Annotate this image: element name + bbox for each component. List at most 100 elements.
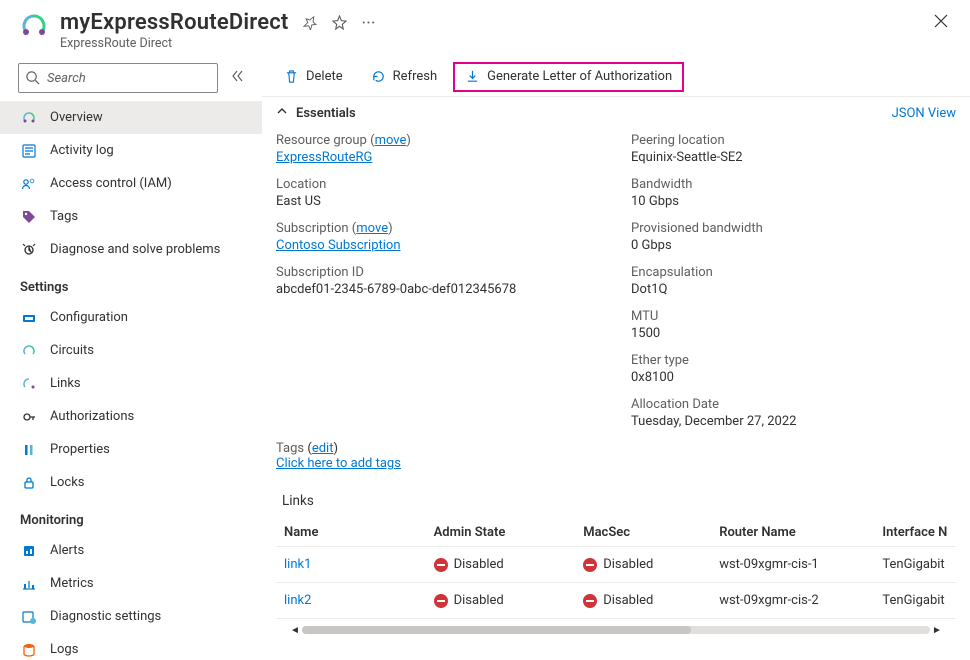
disabled-icon — [583, 558, 597, 572]
sidebar-item-label: Properties — [50, 442, 110, 457]
sidebar-item-alerts[interactable]: Alerts — [0, 534, 262, 567]
sidebar-item-label: Locks — [50, 475, 85, 490]
encapsulation-value: Dot1Q — [631, 282, 956, 297]
allocation-label: Allocation Date — [631, 397, 956, 412]
links-table: NameAdmin StateMacSecRouter NameInterfac… — [276, 519, 956, 619]
horizontal-scrollbar[interactable]: ◄ ► — [288, 623, 944, 637]
scroll-right-icon[interactable]: ► — [930, 625, 944, 636]
sidebar-item-label: Circuits — [50, 343, 94, 358]
refresh-button[interactable]: Refresh — [359, 62, 449, 92]
kv-resource-group: Resource group (move) ExpressRouteRG — [276, 133, 601, 165]
collapse-sidebar-icon[interactable] — [226, 65, 248, 91]
circuits-icon — [20, 343, 38, 359]
close-icon[interactable] — [930, 10, 952, 36]
links-col-router-name[interactable]: Router Name — [711, 519, 874, 547]
sidebar-item-configuration[interactable]: Configuration — [0, 301, 262, 334]
sidebar-group-monitoring: Monitoring — [0, 499, 262, 534]
delete-label: Delete — [306, 69, 343, 84]
sidebar-item-diagnostic-settings[interactable]: Diagnostic settings — [0, 600, 262, 633]
sidebar-item-label: Diagnose and solve problems — [50, 242, 220, 257]
sidebar-item-circuits[interactable]: Circuits — [0, 334, 262, 367]
disabled-icon — [583, 594, 597, 608]
search-input[interactable] — [18, 63, 218, 93]
kv-location: Location East US — [276, 177, 601, 209]
logs-icon — [20, 642, 38, 658]
subscription-label: Subscription — [276, 221, 349, 236]
link-name[interactable]: link1 — [284, 557, 311, 572]
generate-loa-label: Generate Letter of Authorization — [487, 69, 672, 84]
search-wrap — [18, 63, 218, 93]
links-col-name[interactable]: Name — [276, 519, 426, 547]
sidebar-item-label: Links — [50, 376, 81, 391]
encapsulation-label: Encapsulation — [631, 265, 956, 280]
sidebar-item-links[interactable]: Links — [0, 367, 262, 400]
interface-cell: TenGigabit — [874, 547, 956, 583]
sidebar-item-label: Alerts — [50, 543, 84, 558]
links-icon — [20, 376, 38, 392]
json-view-link[interactable]: JSON View — [892, 106, 956, 121]
blade-header: myExpressRouteDirect ExpressRoute Direct — [0, 0, 970, 57]
metrics-icon — [20, 576, 38, 592]
props-icon — [20, 442, 38, 458]
kv-subscription-id: Subscription ID abcdef01-2345-6789-0abc-… — [276, 265, 601, 297]
sidebar-item-tags[interactable]: Tags — [0, 200, 262, 233]
prov-bandwidth-label: Provisioned bandwidth — [631, 221, 956, 236]
admin-state-cell: Disabled — [426, 583, 576, 619]
macsec-cell: Disabled — [575, 547, 711, 583]
bandwidth-label: Bandwidth — [631, 177, 956, 192]
ethertype-label: Ether type — [631, 353, 956, 368]
location-label: Location — [276, 177, 601, 192]
sidebar-item-label: Metrics — [50, 576, 94, 591]
add-tags-link[interactable]: Click here to add tags — [276, 456, 401, 471]
more-icon[interactable] — [361, 15, 376, 30]
sidebar-item-locks[interactable]: Locks — [0, 466, 262, 499]
sidebar-item-metrics[interactable]: Metrics — [0, 567, 262, 600]
generate-loa-button[interactable]: Generate Letter of Authorization — [453, 62, 684, 92]
ethertype-value: 0x8100 — [631, 370, 956, 385]
sidebar-item-overview[interactable]: Overview — [0, 101, 262, 134]
sidebar-item-label: Authorizations — [50, 409, 134, 424]
macsec-cell: Disabled — [575, 583, 711, 619]
scroll-thumb[interactable] — [302, 626, 691, 634]
sidebar: OverviewActivity logAccess control (IAM)… — [0, 57, 262, 660]
disabled-icon — [434, 594, 448, 608]
move-subscription-link[interactable]: move — [356, 221, 388, 236]
peering-label: Peering location — [631, 133, 956, 148]
sidebar-item-activity-log[interactable]: Activity log — [0, 134, 262, 167]
diagsettings-icon — [20, 609, 38, 625]
config-icon — [20, 310, 38, 326]
link-name[interactable]: link2 — [284, 593, 311, 608]
sidebar-item-access-control-iam-[interactable]: Access control (IAM) — [0, 167, 262, 200]
edit-tags-link[interactable]: edit — [312, 441, 334, 456]
activity-icon — [20, 143, 38, 159]
subscription-link[interactable]: Contoso Subscription — [276, 238, 401, 253]
favorite-icon[interactable] — [332, 15, 347, 30]
resource-group-link[interactable]: ExpressRouteRG — [276, 150, 372, 165]
admin-state-cell: Disabled — [426, 547, 576, 583]
subscription-id-value: abcdef01-2345-6789-0abc-def012345678 — [276, 282, 601, 297]
links-heading: Links — [276, 487, 956, 519]
bandwidth-value: 10 Gbps — [631, 194, 956, 209]
subscription-id-label: Subscription ID — [276, 265, 601, 280]
resource-group-label: Resource group — [276, 133, 367, 148]
sidebar-item-diagnose-and-solve-problems[interactable]: Diagnose and solve problems — [0, 233, 262, 266]
scroll-left-icon[interactable]: ◄ — [288, 625, 302, 636]
essentials-header[interactable]: Essentials JSON View — [262, 97, 970, 129]
auth-icon — [20, 409, 38, 425]
sidebar-item-logs[interactable]: Logs — [0, 633, 262, 660]
move-resource-group-link[interactable]: move — [375, 133, 407, 148]
sidebar-item-authorizations[interactable]: Authorizations — [0, 400, 262, 433]
resource-icon — [18, 10, 50, 42]
sidebar-item-label: Configuration — [50, 310, 128, 325]
scroll-track[interactable] — [302, 626, 930, 634]
essentials-title: Essentials — [296, 106, 356, 121]
links-col-macsec[interactable]: MacSec — [575, 519, 711, 547]
sidebar-item-properties[interactable]: Properties — [0, 433, 262, 466]
pin-icon[interactable] — [303, 15, 318, 30]
links-col-interface-n[interactable]: Interface N — [874, 519, 956, 547]
page-subtitle: ExpressRoute Direct — [60, 36, 930, 51]
sidebar-item-label: Tags — [50, 209, 78, 224]
links-col-admin-state[interactable]: Admin State — [426, 519, 576, 547]
delete-button[interactable]: Delete — [272, 62, 355, 92]
sidebar-item-label: Logs — [50, 642, 78, 657]
